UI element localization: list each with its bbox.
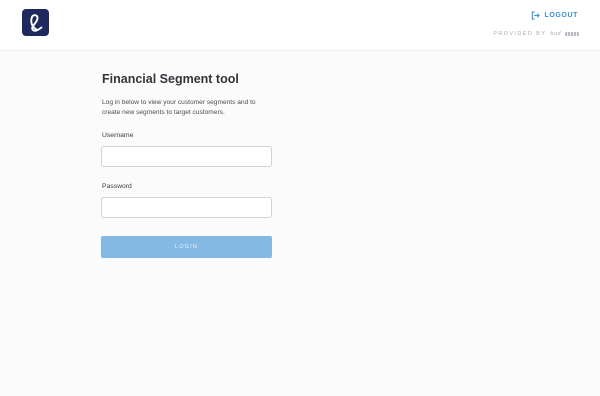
provided-by-label: PROVIDED BY xyxy=(493,31,547,37)
top-header: LOGOUT PROVIDED BY bud xyxy=(0,0,600,51)
password-field[interactable] xyxy=(101,197,272,218)
logout-label: LOGOUT xyxy=(544,12,578,19)
password-label: Password xyxy=(102,183,132,190)
login-panel: Financial Segment tool Log in below to v… xyxy=(101,72,273,258)
username-label: Username xyxy=(102,132,134,139)
brand-logo[interactable] xyxy=(22,9,49,36)
brand-mark-icon xyxy=(565,32,579,36)
login-description: Log in below to view your customer segme… xyxy=(102,99,256,116)
page-title: Financial Segment tool xyxy=(102,72,239,86)
logout-arrow-icon xyxy=(532,11,541,20)
provided-by: PROVIDED BY bud xyxy=(493,31,579,37)
logout-button[interactable]: LOGOUT xyxy=(531,11,578,20)
login-button[interactable]: LOGIN xyxy=(101,236,272,258)
provided-by-brand: bud xyxy=(550,31,561,37)
username-field[interactable] xyxy=(101,146,272,167)
cursive-l-logo-icon xyxy=(29,13,42,32)
